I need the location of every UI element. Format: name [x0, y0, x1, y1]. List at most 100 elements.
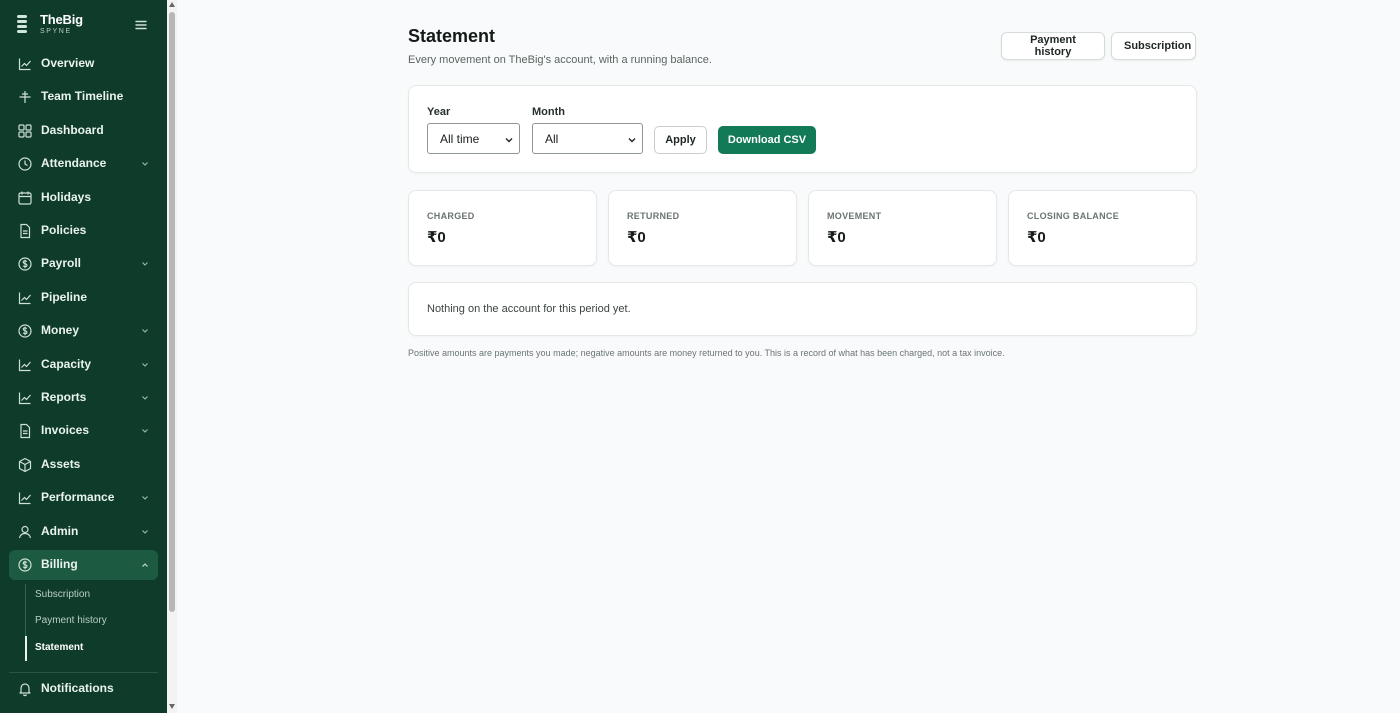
clock-icon [18, 157, 32, 171]
empty-state-message: Nothing on the account for this period y… [427, 303, 631, 315]
chart-line-icon [18, 58, 31, 71]
stat-label: RETURNED [627, 211, 680, 221]
brand: TheBig SPYNE [0, 0, 167, 48]
stat-card-movement: MOVEMENT ₹0 [808, 190, 997, 266]
nav-item-label: Admin [41, 523, 79, 538]
footnote: Positive amounts are payments you made; … [408, 348, 1005, 358]
nav-item-label: Performance [41, 490, 115, 505]
nav-item-policies[interactable]: Policies [9, 216, 158, 246]
nav-item-reports[interactable]: Reports [9, 383, 158, 413]
currency-circle-icon [18, 324, 32, 338]
nav-item-label: Holidays [41, 189, 92, 204]
nav-item-label: Dashboard [41, 122, 104, 137]
stat-label: CLOSING BALANCE [1027, 211, 1119, 221]
stat-value: ₹0 [827, 229, 846, 246]
nav-item-assets[interactable]: Assets [9, 450, 158, 480]
nav-item-money[interactable]: Money [9, 316, 158, 346]
nav-item-attendance[interactable]: Attendance [9, 149, 158, 179]
nav-item-label: Reports [41, 390, 87, 404]
billing-sub-statement[interactable]: Statement [35, 642, 83, 653]
scrollbar-thumb[interactable] [169, 12, 175, 612]
nav-item-overview[interactable]: Overview [9, 49, 158, 79]
month-select[interactable]: All [532, 123, 643, 154]
nav-item-label: Notifications [41, 681, 114, 695]
nav-item-label: Team Timeline [41, 89, 124, 104]
nav-item-label: Policies [41, 223, 87, 237]
box-icon [18, 457, 32, 472]
chart-line-icon [18, 492, 31, 505]
chevron-down-icon [142, 396, 148, 400]
current-page-indicator [25, 636, 27, 661]
timeline-icon [19, 91, 31, 104]
subscription-button[interactable]: Subscription [1111, 32, 1196, 60]
download-csv-button[interactable]: Download CSV [718, 126, 816, 154]
stat-value: ₹0 [427, 229, 446, 246]
nav-item-label: Attendance [41, 156, 107, 171]
calendar-icon [18, 191, 32, 205]
chevron-down-icon [628, 138, 636, 143]
chevron-down-icon [142, 362, 148, 367]
billing-sub-subscription[interactable]: Subscription [35, 589, 90, 600]
brand-subtitle: SPYNE [40, 28, 72, 35]
menu-icon[interactable] [134, 18, 148, 32]
currency-circle-icon [18, 558, 32, 572]
chevron-down-icon [142, 329, 148, 333]
year-label: Year [427, 106, 451, 118]
page-subtitle: Every movement on TheBig's account, with… [408, 54, 712, 66]
chart-line-icon [18, 392, 31, 405]
document-icon [20, 223, 31, 239]
chevron-down-icon [142, 429, 148, 434]
chevron-down-icon [142, 162, 148, 166]
nav-item-dashboard[interactable]: Dashboard [9, 116, 158, 146]
billing-sub-payment-history[interactable]: Payment history [35, 615, 107, 626]
chart-line-icon [18, 292, 31, 304]
logo-icon [17, 15, 27, 33]
nav-item-label: Overview [41, 56, 95, 70]
nav-divider [9, 672, 158, 673]
stat-label: CHARGED [427, 211, 475, 221]
nav-item-billing[interactable]: Billing [9, 550, 158, 580]
nav-item-pipeline[interactable]: Pipeline [9, 283, 158, 313]
nav-item-team-timeline[interactable]: Team Timeline [9, 82, 158, 112]
scroll-down-icon[interactable] [169, 704, 175, 709]
stat-value: ₹0 [1027, 229, 1046, 246]
chart-line-icon [18, 359, 31, 371]
nav-item-notifications[interactable]: Notifications [9, 674, 158, 704]
nav-item-invoices[interactable]: Invoices [9, 416, 158, 446]
chevron-down-icon [505, 138, 513, 143]
chevron-down-icon [142, 496, 148, 500]
chevron-up-icon [142, 563, 148, 567]
nav-item-label: Payroll [41, 256, 82, 271]
stat-card-closing-balance: CLOSING BALANCE ₹0 [1008, 190, 1197, 266]
stat-card-charged: CHARGED ₹0 [408, 190, 597, 266]
nav-item-performance[interactable]: Performance [9, 483, 158, 513]
payment-history-button[interactable]: Payment history [1001, 32, 1105, 60]
nav-item-label: Capacity [41, 356, 92, 371]
year-select[interactable]: All time [427, 123, 520, 154]
nav-item-capacity[interactable]: Capacity [9, 350, 158, 380]
nav-item-label: Pipeline [41, 289, 88, 304]
month-label: Month [532, 106, 565, 118]
nav-item-payroll[interactable]: Payroll [9, 249, 158, 279]
scrollbar[interactable] [167, 0, 177, 713]
document-icon [20, 424, 31, 439]
stat-value: ₹0 [627, 229, 646, 246]
filters-card: Year All time Month All Apply Download C… [408, 85, 1197, 173]
apply-button[interactable]: Apply [654, 126, 707, 154]
nav-item-admin[interactable]: Admin [9, 517, 158, 547]
stat-card-returned: RETURNED ₹0 [608, 190, 797, 266]
nav-item-label: Billing [41, 557, 78, 571]
grid-icon [18, 124, 32, 138]
stat-label: MOVEMENT [827, 211, 882, 221]
user-icon [18, 525, 32, 538]
scroll-up-icon[interactable] [169, 2, 175, 7]
bell-icon [19, 683, 31, 697]
page-title: Statement [408, 26, 496, 46]
chevron-down-icon [142, 262, 148, 267]
nav-item-holidays[interactable]: Holidays [9, 183, 158, 213]
currency-circle-icon [18, 257, 32, 271]
brand-name: TheBig [40, 12, 83, 27]
nav-item-label: Invoices [41, 423, 90, 438]
nav-item-label: Money [41, 323, 80, 338]
year-select-value: All time [440, 132, 480, 146]
